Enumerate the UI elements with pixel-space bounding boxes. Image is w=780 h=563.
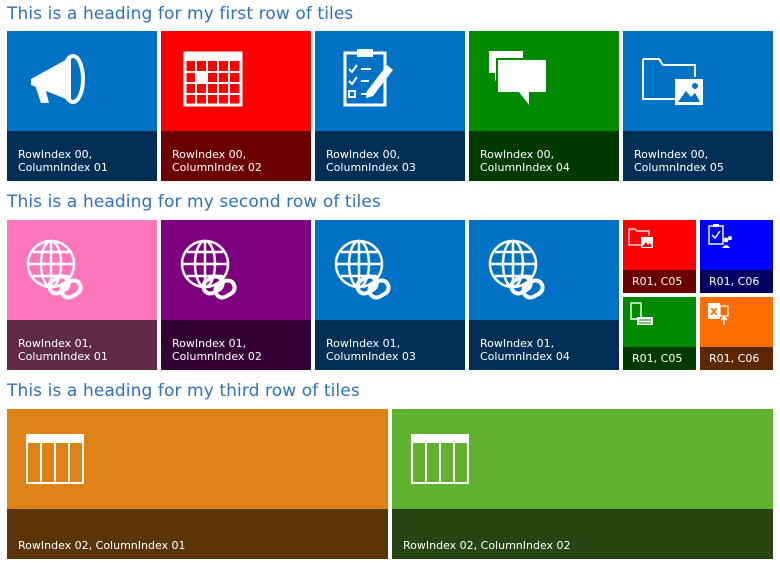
globe-link-icon bbox=[333, 238, 395, 300]
tile-r01-c06-bottom[interactable]: X R01, C06 bbox=[700, 297, 773, 370]
tile-r02-c02[interactable]: RowIndex 02, ColumnIndex 02 bbox=[392, 409, 773, 559]
globe-link-icon bbox=[487, 238, 549, 300]
task-people-icon bbox=[707, 223, 733, 249]
tile-label: RowIndex 00, ColumnIndex 04 bbox=[469, 131, 619, 181]
tile-r02-c01[interactable]: RowIndex 02, ColumnIndex 01 bbox=[7, 409, 388, 559]
tile-label: RowIndex 01, ColumnIndex 03 bbox=[315, 320, 465, 370]
tile-r01-c05-bottom[interactable]: R01, C05 bbox=[623, 297, 696, 370]
tile-r00-c02[interactable]: RowIndex 00, ColumnIndex 02 bbox=[161, 31, 311, 181]
table-icon bbox=[25, 433, 85, 485]
computer-icon bbox=[629, 301, 655, 327]
tile-label: RowIndex 00, ColumnIndex 01 bbox=[7, 131, 157, 181]
tile-r01-c02[interactable]: RowIndex 01, ColumnIndex 02 bbox=[161, 220, 311, 370]
folder-image-icon bbox=[641, 49, 705, 109]
row-3-heading: This is a heading for my third row of ti… bbox=[7, 381, 360, 401]
tile-r00-c03[interactable]: RowIndex 00, ColumnIndex 03 bbox=[315, 31, 465, 181]
svg-text:X: X bbox=[710, 307, 718, 318]
tile-label: RowIndex 01, ColumnIndex 04 bbox=[469, 320, 619, 370]
tile-label: RowIndex 02, ColumnIndex 02 bbox=[392, 509, 773, 559]
row-2-heading: This is a heading for my second row of t… bbox=[7, 192, 381, 212]
folder-image-icon bbox=[628, 225, 654, 249]
excel-share-icon: X bbox=[706, 300, 734, 326]
tile-label: RowIndex 01, ColumnIndex 02 bbox=[161, 320, 311, 370]
table-icon bbox=[410, 433, 470, 485]
tile-r01-c04[interactable]: RowIndex 01, ColumnIndex 04 bbox=[469, 220, 619, 370]
chat-icon bbox=[487, 49, 549, 111]
tile-label: RowIndex 00, ColumnIndex 03 bbox=[315, 131, 465, 181]
tile-r01-c03[interactable]: RowIndex 01, ColumnIndex 03 bbox=[315, 220, 465, 370]
calendar-icon bbox=[183, 51, 243, 107]
tile-r01-c06-top[interactable]: R01, C06 bbox=[700, 220, 773, 293]
megaphone-icon bbox=[27, 51, 93, 109]
globe-link-icon bbox=[179, 238, 241, 300]
tile-label: R01, C05 bbox=[623, 270, 696, 293]
globe-link-icon bbox=[25, 238, 87, 300]
tile-label: RowIndex 00, ColumnIndex 02 bbox=[161, 131, 311, 181]
row-1-heading: This is a heading for my first row of ti… bbox=[7, 4, 354, 24]
tile-label: R01, C06 bbox=[700, 347, 773, 370]
tile-r01-c01[interactable]: RowIndex 01, ColumnIndex 01 bbox=[7, 220, 157, 370]
tile-label: R01, C06 bbox=[700, 270, 773, 293]
tile-label: RowIndex 01, ColumnIndex 01 bbox=[7, 320, 157, 370]
tile-label: R01, C05 bbox=[623, 347, 696, 370]
tile-label: RowIndex 02, ColumnIndex 01 bbox=[7, 509, 388, 559]
tile-r01-c05-top[interactable]: R01, C05 bbox=[623, 220, 696, 293]
tile-r00-c04[interactable]: RowIndex 00, ColumnIndex 04 bbox=[469, 31, 619, 181]
checklist-icon bbox=[341, 47, 397, 109]
tile-r00-c05[interactable]: RowIndex 00, ColumnIndex 05 bbox=[623, 31, 773, 181]
tile-r00-c01[interactable]: RowIndex 00, ColumnIndex 01 bbox=[7, 31, 157, 181]
tile-label: RowIndex 00, ColumnIndex 05 bbox=[623, 131, 773, 181]
